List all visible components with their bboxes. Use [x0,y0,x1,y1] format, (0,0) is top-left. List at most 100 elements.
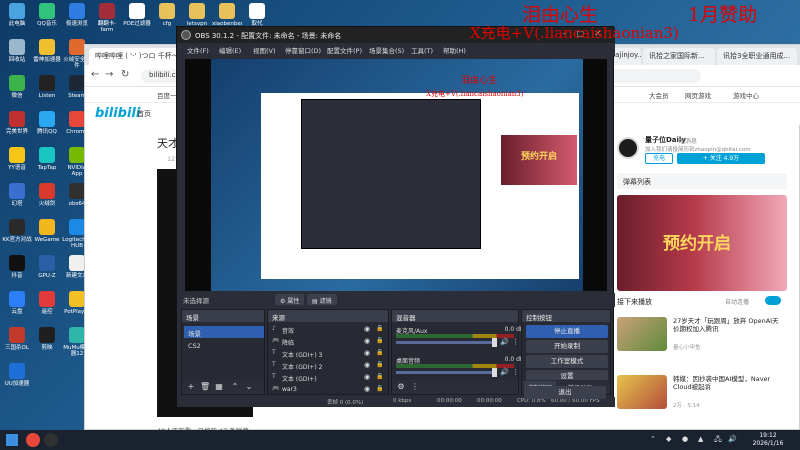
back-icon[interactable]: ← [91,69,99,80]
volume-fader-handle[interactable] [492,368,497,377]
source-item[interactable]: 🎮 降临 ◉ 🔒 [270,336,388,348]
desktop-icon[interactable]: QQ音乐 [32,2,62,36]
desktop-icon[interactable]: 火绒剑 [32,182,62,216]
browser-tab-2[interactable]: 讯拾之家国际新... [643,48,715,65]
studio-mode-button[interactable]: 工作室模式 [526,355,608,368]
source-item[interactable]: T 文本 (GDI+) 3 ◉ 🔒 [270,348,388,360]
desktop-icon[interactable]: 此电脑 [2,2,32,36]
obs-taskbar-icon[interactable] [44,433,58,447]
recommended-video-item[interactable]: 27岁天才「玩跟周」放弃 OpenAI天价期权加入腾讯 量心小甲鱼 [617,317,787,357]
lock-icon[interactable]: 🔒 [376,337,383,344]
chrome-taskbar-icon[interactable] [26,433,40,447]
charge-button[interactable]: 充电 [645,153,673,164]
bilibili-logo[interactable]: bilibili [95,106,140,121]
start-recording-button[interactable]: 开始录制 [526,340,608,353]
obs-preview-canvas[interactable]: 预约开启 泪由心生 X充电+V(.liancaishaonian3) [185,59,607,291]
tray-app-icon[interactable]: ● [682,435,688,443]
source-item[interactable]: T 文本 (GDI+) ◉ 🔒 [270,372,388,384]
author-avatar[interactable] [617,137,639,159]
desktop-icon[interactable]: YY语音 [2,146,32,180]
desktop-icon[interactable]: 抖音 [2,254,32,288]
properties-button[interactable]: ⚙ 属性 [275,294,305,305]
speaker-icon[interactable]: 🔊 [500,368,509,376]
scene-filters-button[interactable]: ▦ [214,382,224,392]
stop-streaming-button[interactable]: 停止直播 [526,325,608,338]
browser-tab-3[interactable]: 讯拾3全职业通用成... [717,48,797,65]
windows-start-icon[interactable] [6,434,18,446]
taskbar-clock[interactable]: 19:12 2026/1/16 [744,432,792,448]
menu-edit[interactable]: 编辑(E) [219,45,241,55]
mixer-settings-icon[interactable]: ⚙ [396,382,406,392]
desktop-icon[interactable]: 三国杀OL [2,326,32,360]
desktop-icon[interactable]: 遥控 [32,290,62,324]
desktop-icon[interactable]: 雷神加速器 [32,38,62,72]
desktop-icon[interactable]: 微信 [2,74,32,108]
visibility-eye-icon[interactable]: ◉ [364,349,370,357]
tray-app-icon[interactable]: ◆ [666,435,671,443]
bookmark-item[interactable]: 网页游戏 [685,90,711,100]
promo-banner[interactable]: 预约开启 [617,195,787,291]
desktop-icon[interactable]: 腾讯QQ [32,110,62,144]
reload-icon[interactable]: ↻ [121,69,129,80]
desktop-icon[interactable]: UU加速器 [2,362,32,396]
move-scene-down-button[interactable]: ⌄ [244,382,254,392]
message-link[interactable]: 发消息 [679,136,697,145]
mixer-menu-icon[interactable]: ⋮ [410,382,420,392]
network-icon[interactable]: 🖧 [714,435,722,446]
visibility-eye-icon[interactable]: ◉ [364,337,370,345]
forward-icon[interactable]: → [105,69,113,80]
source-item[interactable]: T 文本 (GDI+) 2 ◉ 🔒 [270,360,388,372]
speaker-icon[interactable]: 🔊 [500,338,509,346]
visibility-eye-icon[interactable]: ◉ [364,361,370,369]
desktop-icon[interactable]: POE过滤器 [122,2,152,36]
lock-icon[interactable]: 🔒 [376,325,383,332]
menu-file[interactable]: 文件(F) [187,45,209,55]
lock-icon[interactable]: 🔒 [376,373,383,380]
desktop-icon[interactable]: Listen [32,74,62,108]
source-item[interactable]: 🎮 war3 ◉ 🔒 [270,384,388,396]
danmaku-list-header[interactable]: 弹幕列表 [617,173,787,189]
gear-icon[interactable]: ⋮ [512,368,519,376]
tray-chevron-icon[interactable]: ⌃ [650,435,656,443]
desktop-icon[interactable]: GPU-Z [32,254,62,288]
source-item[interactable]: ♪ 音效 ◉ 🔒 [270,324,388,336]
bookmark-item[interactable]: 游戏中心 [733,90,759,100]
desktop-icon[interactable]: WeGame [32,218,62,252]
desktop-icon[interactable]: TapTap [32,146,62,180]
bookmark-item[interactable]: 大会员 [649,90,669,100]
visibility-eye-icon[interactable]: ◉ [364,325,370,333]
volume-fader-track[interactable] [396,341,496,344]
nav-home-link[interactable]: 首页 [137,109,151,119]
volume-fader-handle[interactable] [492,338,497,347]
desktop-icon[interactable]: KK官方对战 [2,218,32,252]
volume-fader-track[interactable] [396,371,496,374]
desktop-icon[interactable]: 完美世界 [2,110,32,144]
remove-scene-button[interactable]: 🗑 [200,382,210,392]
menu-help[interactable]: 帮助(H) [443,45,466,55]
menu-docks[interactable]: 停靠窗口(D) [285,45,321,55]
desktop-icon[interactable]: 幻塔 [2,182,32,216]
lock-icon[interactable]: 🔒 [376,385,383,392]
follow-button[interactable]: + 关注 4.9万 [677,153,765,164]
autoplay-toggle[interactable] [765,296,781,305]
gear-icon[interactable]: ⋮ [512,338,519,346]
recommended-video-item[interactable]: 韩媒：因抄袭中国AI模型，Naver Cloud被起诉 2万 · 5:14 [617,375,787,415]
menu-tools[interactable]: 工具(T) [411,45,433,55]
add-scene-button[interactable]: + [186,382,196,392]
scene-item[interactable]: CS2 [184,340,264,352]
tray-app-icon[interactable]: ▲ [698,435,703,443]
visibility-eye-icon[interactable]: ◉ [364,373,370,381]
desktop-icon[interactable]: 剪映 [32,326,62,360]
desktop-icon[interactable]: 极速浏览 [62,2,92,36]
desktop-icon[interactable]: 回收站 [2,38,32,72]
menu-view[interactable]: 视图(V) [253,45,276,55]
visibility-eye-icon[interactable]: ◉ [364,385,370,393]
move-scene-up-button[interactable]: ⌃ [230,382,240,392]
menu-scene-collection[interactable]: 场景集合(S) [369,45,404,55]
desktop-icon[interactable]: 云盘 [2,290,32,324]
lock-icon[interactable]: 🔒 [376,361,383,368]
lock-icon[interactable]: 🔒 [376,349,383,356]
desktop-icon[interactable]: 翻翻卡-farm [92,2,122,36]
menu-profile[interactable]: 配置文件(P) [327,45,362,55]
filters-button[interactable]: ▤ 滤镜 [307,294,337,305]
